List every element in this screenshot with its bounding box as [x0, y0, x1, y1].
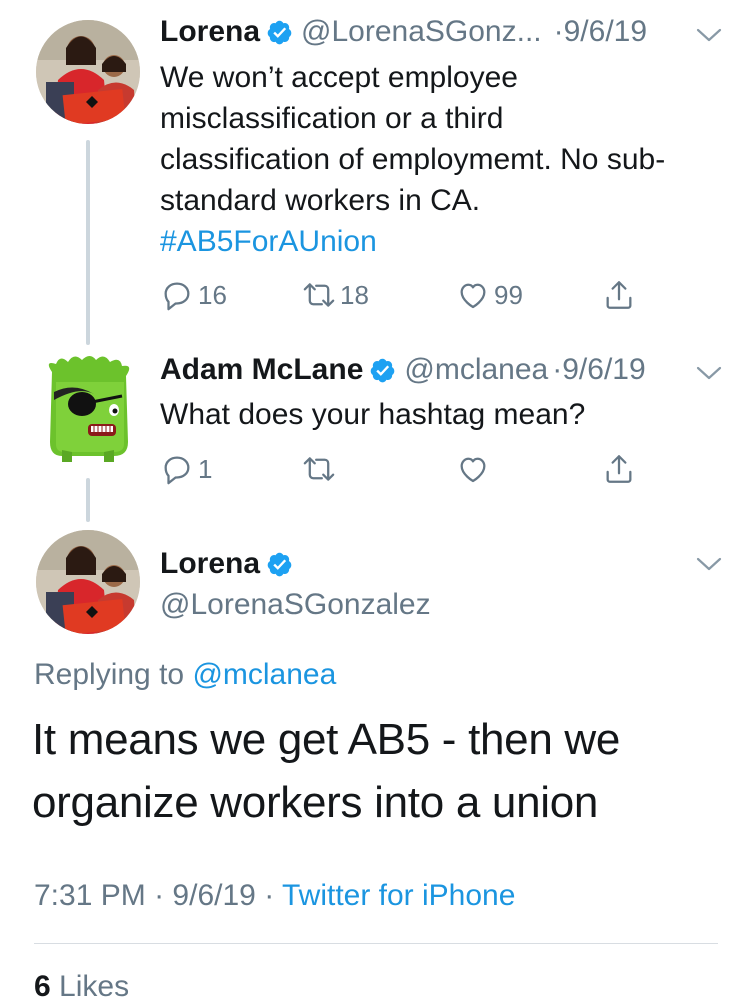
main-tweet-text: It means we get AB5 - then we organize w…: [32, 708, 620, 834]
author-name[interactable]: Adam McLane: [160, 352, 363, 388]
like-icon: [460, 457, 486, 483]
like-count: 99: [494, 279, 523, 310]
tweet-metadata: 7:31 PM · 9/6/19 · Twitter for iPhone: [34, 879, 515, 913]
tweet1-header: Lorena @LorenaSGonz... · 9/6/19: [160, 14, 647, 50]
reply-icon: [164, 282, 190, 311]
separator-dot: ·: [553, 15, 564, 48]
reply-icon: [164, 456, 190, 485]
lorena-avatar[interactable]: [36, 20, 140, 124]
share-icon: [606, 281, 632, 309]
reply-button[interactable]: 16: [160, 278, 227, 312]
like-button[interactable]: [456, 452, 494, 486]
thread-connector: [86, 140, 90, 345]
replying-to: Replying to @mclanea: [34, 658, 336, 692]
share-button[interactable]: [602, 452, 640, 486]
hashtag-link[interactable]: #AB5ForAUnion: [160, 221, 665, 262]
replying-label: Replying to: [34, 658, 185, 691]
chevron-down-icon[interactable]: [696, 27, 722, 43]
tweet2-header: Adam McLane @mclanea · 9/6/19: [160, 352, 646, 388]
author-handle[interactable]: @LorenaSGonz...: [301, 14, 542, 50]
likes-summary[interactable]: 6 Likes: [34, 970, 129, 1004]
mention-link[interactable]: @mclanea: [192, 658, 336, 691]
author-name[interactable]: Lorena: [160, 14, 260, 50]
separator-dot: ·: [154, 879, 165, 912]
main-author-name-row: Lorena: [160, 546, 301, 582]
share-button[interactable]: [602, 278, 640, 312]
lorena-avatar[interactable]: [36, 530, 140, 634]
like-button[interactable]: 99: [456, 278, 523, 312]
verified-badge-icon: [267, 20, 292, 44]
share-icon: [606, 455, 632, 483]
author-handle[interactable]: @LorenaSGonzalez: [160, 587, 431, 623]
tweet-date[interactable]: 9/6/19: [564, 14, 647, 50]
retweet-count: 18: [340, 279, 369, 310]
text-line: We won’t accept employee: [160, 61, 518, 94]
retweet-icon: [303, 283, 335, 307]
text-line: It means we get AB5 - then we: [32, 715, 621, 764]
tweet-date[interactable]: 9/6/19: [172, 879, 255, 912]
retweet-button[interactable]: [302, 452, 340, 486]
main-handle-row: @LorenaSGonzalez: [160, 587, 431, 623]
source-link[interactable]: Twitter for iPhone: [282, 879, 515, 912]
divider: [34, 943, 718, 944]
tweet-time[interactable]: 7:31 PM: [34, 879, 146, 912]
reply-count: 16: [198, 279, 227, 310]
author-name[interactable]: Lorena: [160, 546, 260, 582]
thread-connector: [86, 478, 90, 522]
chevron-down-icon[interactable]: [696, 365, 722, 381]
separator-dot: ·: [264, 879, 275, 912]
likes-label: Likes: [59, 970, 130, 1003]
tweet2-text: What does your hashtag mean?: [160, 398, 586, 431]
reply-count: 1: [198, 453, 213, 484]
chevron-down-icon[interactable]: [696, 556, 722, 572]
likes-count: 6: [34, 970, 51, 1003]
author-handle[interactable]: @mclanea: [404, 352, 548, 388]
tweet-date[interactable]: 9/6/19: [562, 352, 645, 388]
text-line: standard workers in CA.: [160, 184, 481, 217]
text-line: classification of employmemt. No sub-: [160, 143, 666, 176]
text-line: organize workers into a union: [32, 778, 599, 827]
adam-avatar[interactable]: [34, 352, 142, 464]
reply-button[interactable]: 1: [160, 452, 212, 486]
retweet-icon: [303, 457, 335, 481]
like-icon: [460, 283, 486, 309]
text-line: misclassification or a third: [160, 102, 504, 135]
tweet1-text: We won’t accept employee misclassificati…: [160, 57, 665, 262]
retweet-button[interactable]: 18: [302, 278, 369, 312]
separator-dot: ·: [552, 353, 563, 386]
verified-badge-icon: [371, 358, 395, 382]
verified-badge-icon: [267, 552, 292, 576]
